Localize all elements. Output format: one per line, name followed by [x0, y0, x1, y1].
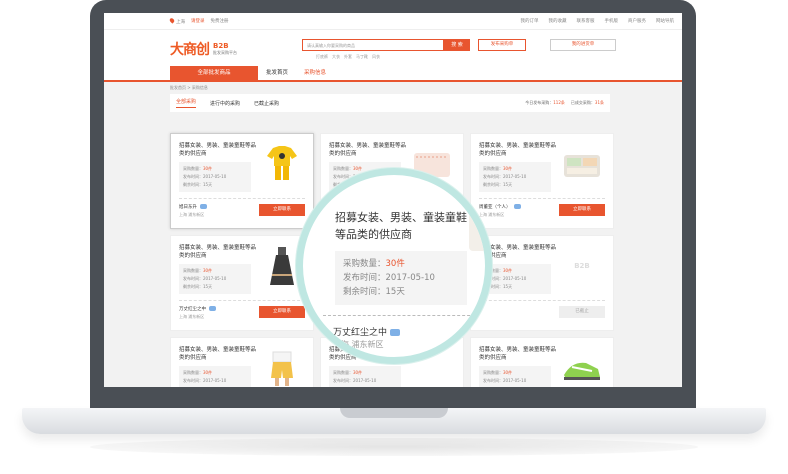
nav-item-purchase[interactable]: 采购信息: [296, 66, 334, 80]
register-link[interactable]: 免费注册: [211, 18, 229, 24]
seller-name: 万丈红尘之中: [179, 306, 216, 312]
vip-icon: [513, 204, 521, 209]
product-image-lunchbox: [561, 142, 603, 186]
magnifier-lens: 招募女装、男装、童装童鞋等品类的供应商 采购数量：30件 发布时间：2017-0…: [296, 168, 492, 364]
zoomed-card-info: 采购数量：30件 发布时间：2017-05-10 剩余时间：15天: [335, 251, 467, 305]
logo-subtitle: B2B 批发采购平台: [213, 43, 237, 55]
hot-word[interactable]: 外套: [344, 54, 352, 60]
contact-button[interactable]: 立即联系: [259, 306, 305, 318]
tab-ended[interactable]: 已截止采购: [254, 100, 279, 107]
nav-item-home[interactable]: 批发首页: [258, 66, 296, 80]
product-image-shorts: [261, 346, 303, 387]
top-bar: 上海 请登录 免费注册 我的订单 我的收藏 联系客服 手机版 商户服务 网站导航: [104, 13, 682, 30]
logo[interactable]: 大商创: [170, 39, 210, 59]
tab-ongoing[interactable]: 进行中的采购: [210, 100, 240, 107]
search-button[interactable]: 搜 索: [444, 39, 470, 51]
pin-icon: [168, 16, 176, 24]
seller-name: 周董亚（个人）: [479, 204, 521, 210]
zoomed-card-title: 招募女装、男装、童装童鞋等品类的供应商: [335, 211, 467, 241]
laptop-screen: 上海 请登录 免费注册 我的订单 我的收藏 联系客服 手机版 商户服务 网站导航…: [104, 13, 682, 387]
hot-word[interactable]: 打底裤: [316, 54, 328, 60]
purchase-card[interactable]: 招募女装、男装、童装童鞋等品类的供应商 采购数量：30件 发布时间：2017-0…: [170, 133, 314, 229]
card-title: 招募女装、男装、童装童鞋等品类的供应商: [179, 245, 257, 259]
topbar-link-mobile[interactable]: 手机版: [605, 18, 619, 24]
card-divider: [179, 198, 305, 199]
zoomed-seller-name: 万丈红尘之中: [333, 325, 401, 338]
card-info: 采购数量：30件 发布时间：2017-05-10 剩余时间：15天: [179, 162, 251, 192]
contact-button[interactable]: 立即联系: [259, 204, 305, 216]
product-image-placeholder: B2B: [574, 262, 590, 270]
login-link[interactable]: 请登录: [191, 18, 205, 24]
contact-button[interactable]: 立即联系: [559, 204, 605, 216]
hot-words: 打底裤 大衣 外套 马丁靴 风衣: [316, 54, 380, 60]
purchase-card[interactable]: 招募女装、男装、童装童鞋等品类的供应商 采购数量：30件 发布时间：2017-0…: [470, 235, 614, 331]
product-image-sandal: [561, 346, 603, 387]
laptop-mockup: 上海 请登录 免费注册 我的订单 我的收藏 联系客服 手机版 商户服务 网站导航…: [0, 0, 788, 474]
site-header: 大商创 B2B 批发采购平台 请认真输入你要采购的商品 搜 索 打底裤 大衣 外…: [104, 30, 682, 68]
card-info: 采购数量：30件 发布时间：2017-05-10: [179, 366, 251, 387]
hot-word[interactable]: 风衣: [372, 54, 380, 60]
card-info: 采购数量：30件 发布时间：2017-05-10: [329, 366, 401, 387]
vip-icon: [209, 306, 216, 311]
card-title: 招募女装、男装、童装童鞋等品类的供应商: [179, 143, 257, 157]
topbar-link-sitemap[interactable]: 网站导航: [656, 18, 674, 24]
card-title: 招募女装、男装、童装童鞋等品类的供应商: [329, 143, 407, 157]
card-divider: [479, 300, 605, 301]
vip-icon: [390, 329, 401, 336]
cart-button[interactable]: 我的进货单: [550, 39, 616, 51]
publish-button[interactable]: 发布采购单: [478, 39, 526, 51]
purchase-stats: 今日发布采购：112条 已成交采购：31条: [525, 100, 604, 106]
card-title: 招募女装、男装、童装童鞋等品类的供应商: [479, 347, 557, 361]
stat-today: 今日发布采购：112条: [525, 100, 565, 105]
card-info: 采购数量：30件 发布时间：2017-05-10: [479, 366, 551, 387]
logo-tagline: 批发采购平台: [213, 50, 237, 55]
hot-word[interactable]: 马丁靴: [356, 54, 368, 60]
ended-button: 已截止: [559, 306, 605, 318]
topbar-link-merchant[interactable]: 商户服务: [628, 18, 646, 24]
card-info: 采购数量：30件 发布时间：2017-05-10 剩余时间：15天: [179, 264, 251, 294]
card-divider: [479, 198, 605, 199]
stat-done: 已成交采购：31条: [570, 100, 604, 105]
vip-icon: [200, 204, 207, 209]
card-info: 采购数量：30件 发布时间：2017-05-10 剩余时间：15天: [479, 162, 551, 192]
nav-all-categories[interactable]: 全部批发商品: [170, 66, 258, 80]
hot-word[interactable]: 大衣: [332, 54, 340, 60]
filter-tabs: 全部采购 进行中的采购 已截止采购 今日发布采购：112条 已成交采购：31条: [170, 94, 610, 112]
tab-all[interactable]: 全部采购: [176, 98, 197, 108]
purchase-card[interactable]: 招募女装、男装、童装童鞋等品类的供应商 采购数量：30件 发布时间：2017-0…: [470, 133, 614, 229]
main-nav: 全部批发商品 批发首页 采购信息: [104, 66, 682, 82]
search-input[interactable]: 请认真输入你要采购的商品: [302, 39, 444, 51]
topbar-link-service[interactable]: 联系客服: [577, 18, 595, 24]
breadcrumb: 批发首页 > 采购信息: [170, 85, 208, 90]
topbar-link-favorites[interactable]: 我的收藏: [549, 18, 567, 24]
purchase-card[interactable]: 招募女装、男装、童装童鞋等品类的供应商 采购数量：30件 发布时间：2017-0…: [170, 337, 314, 387]
purchase-card[interactable]: 招募女装、男装、童装童鞋等品类的供应商 采购数量：30件 发布时间：2017-0…: [470, 337, 614, 387]
laptop-notch: [340, 408, 448, 418]
laptop-shadow: [90, 438, 698, 456]
topbar-link-orders[interactable]: 我的订单: [521, 18, 539, 24]
card-title: 招募女装、男装、童装童鞋等品类的供应商: [179, 347, 257, 361]
seller-address: 上海 浦东新区: [179, 314, 205, 319]
product-image-kids-outfit: [261, 142, 303, 186]
location[interactable]: 上海: [168, 16, 185, 25]
card-title: 招募女装、男装、童装童鞋等品类的供应商: [479, 143, 557, 157]
logo-b2b: B2B: [213, 42, 229, 50]
card-divider: [179, 300, 305, 301]
zoomed-divider: [323, 315, 485, 316]
zoomed-seller-address: 上海 浦东新区: [333, 340, 384, 349]
search-bar: 请认真输入你要采购的商品 搜 索: [302, 39, 470, 51]
seller-address: 上海 浦东新区: [179, 212, 205, 217]
purchase-card[interactable]: 招募女装、男装、童装童鞋等品类的供应商 采购数量：30件 发布时间：2017-0…: [170, 235, 314, 331]
seller-name: 旭日东升: [179, 204, 207, 210]
